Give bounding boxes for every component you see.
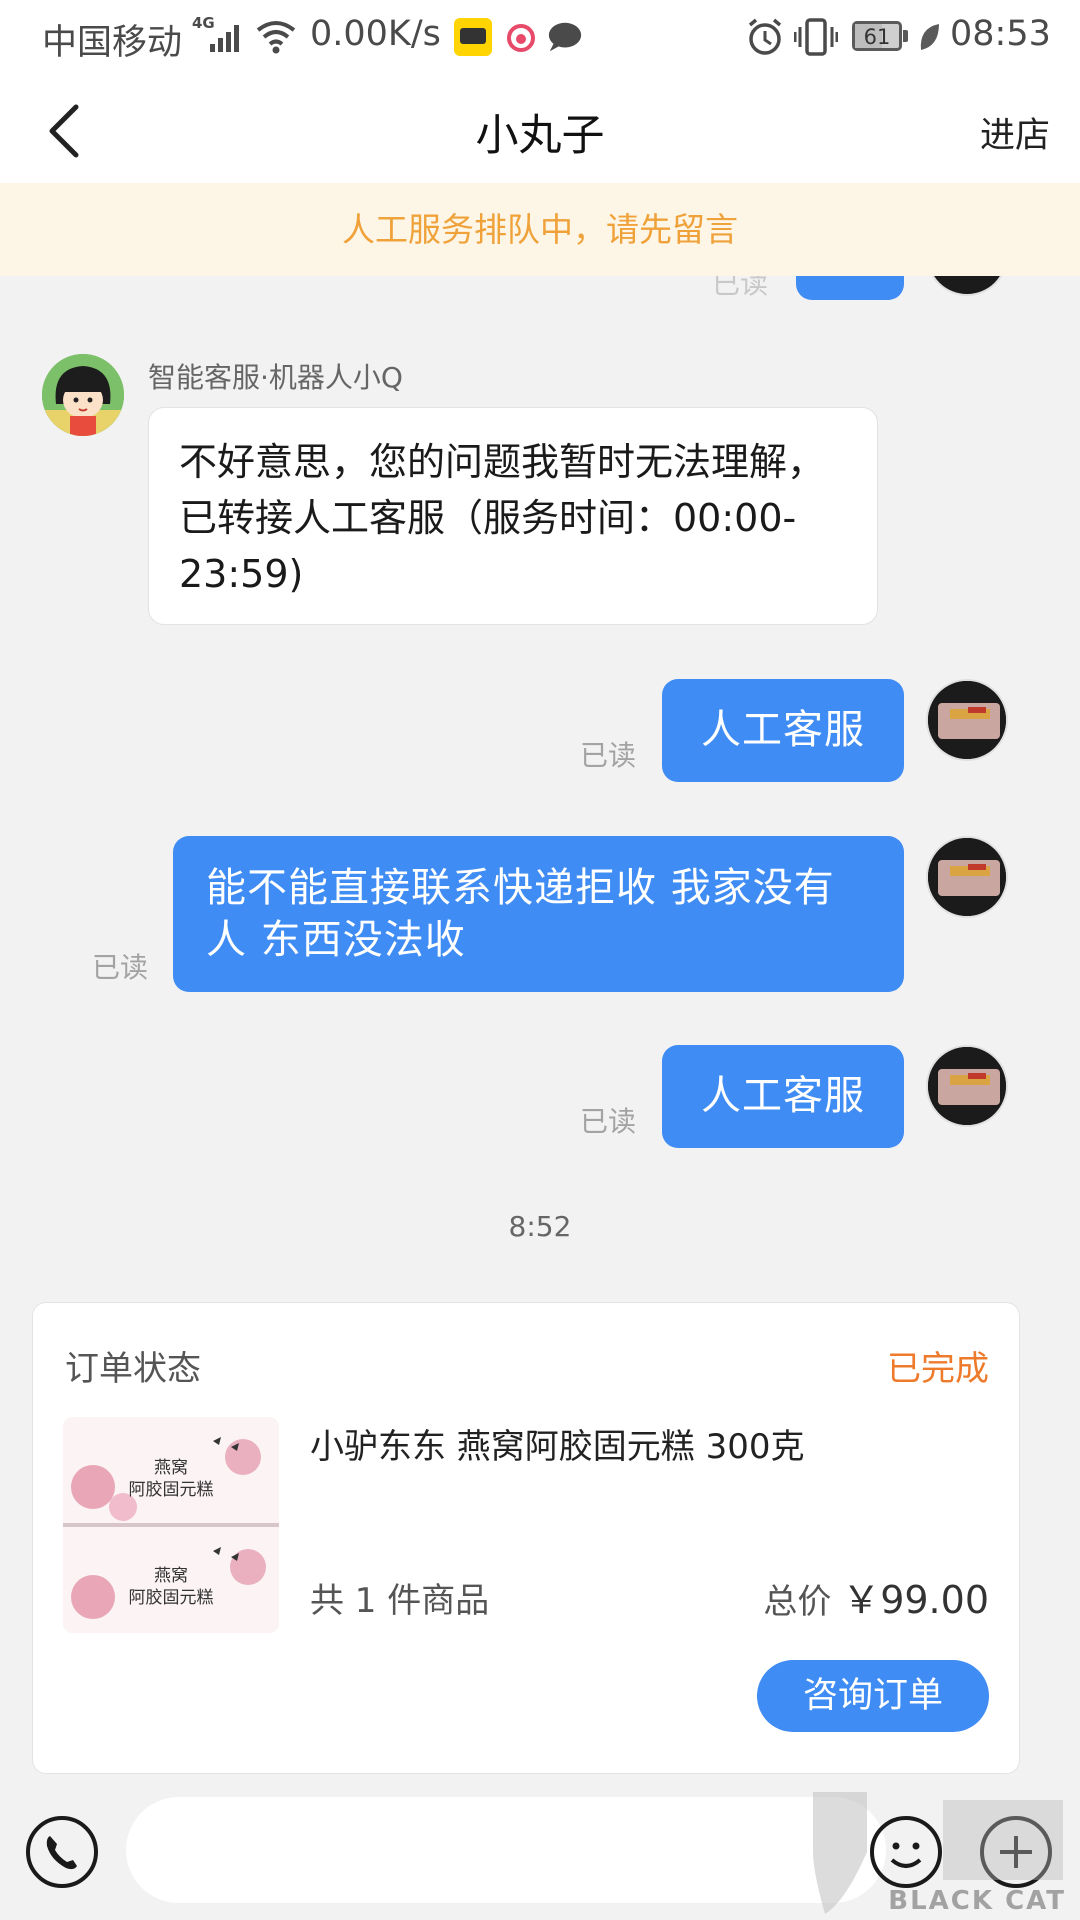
read-status: 已读: [580, 1105, 637, 1138]
xianyu-icon: [454, 18, 492, 56]
message-text: 人工客服: [701, 1073, 865, 1119]
message-icon: [548, 22, 582, 52]
product-box-label: 燕窝 阿胶固元糕: [128, 1458, 214, 1500]
bot-message-text: 不好意思，您的问题我暂时无法理解，已转接人工客服（服务时间：00:00-23:5…: [179, 440, 826, 596]
emoji-button[interactable]: [868, 1814, 944, 1890]
message-text: 人工客服: [701, 707, 865, 753]
order-status: 已完成: [887, 1349, 989, 1389]
bot-sender-name: 智能客服·机器人小Q: [148, 361, 403, 394]
user-photo-avatar-icon: [928, 838, 1006, 916]
consult-order-button[interactable]: 咨询订单: [757, 1660, 989, 1732]
message-bubble-partial[interactable]: [796, 276, 904, 300]
wifi-icon: [256, 21, 296, 54]
battery-tip: [903, 30, 908, 42]
product-name[interactable]: 小驴东东 燕窝阿胶固元糕 300克: [310, 1419, 805, 1468]
item-count: 共 1 件商品: [310, 1581, 490, 1621]
bot-message-bubble[interactable]: 不好意思，您的问题我暂时无法理解，已转接人工客服（服务时间：00:00-23:5…: [148, 407, 878, 625]
message-bubble[interactable]: 人工客服: [662, 1045, 904, 1148]
network-speed: 0.00K/s: [310, 14, 441, 54]
emoji-icon: [870, 1816, 942, 1888]
user-photo-avatar-icon: [928, 681, 1006, 759]
message-bubble[interactable]: 人工客服: [662, 679, 904, 782]
page-title: 小丸子: [475, 111, 605, 161]
battery-level: 61: [863, 25, 891, 49]
battery-icon: 61: [852, 21, 902, 51]
nav-bar: 小丸子 进店: [0, 75, 1080, 183]
user-photo-avatar-icon: [928, 1047, 1006, 1125]
user-avatar[interactable]: [926, 276, 1008, 296]
chat-area[interactable]: 已读 智能客服·机器人小Q 不好意思，您的问题我暂时无法理解，已转接人工客服（服…: [0, 276, 1080, 1783]
enter-shop-button[interactable]: 进店: [980, 107, 1050, 158]
voice-call-button[interactable]: [24, 1814, 100, 1890]
order-total: 总价 ￥99.00: [763, 1569, 989, 1624]
phone-icon: [26, 1816, 98, 1888]
message-text: 能不能直接联系快递拒收 我家没有人 东西没法收: [206, 865, 835, 963]
weibo-icon: [507, 24, 535, 52]
clock: 08:53: [950, 14, 1051, 54]
order-card[interactable]: 订单状态 已完成 燕窝 阿胶固元糕 燕窝 阿胶固元糕 小驴东东 燕窝阿胶固元糕 …: [32, 1302, 1020, 1774]
leaf-icon: [920, 24, 939, 50]
more-button[interactable]: [978, 1814, 1054, 1890]
read-status: 已读: [580, 739, 637, 772]
read-status: 已读: [92, 951, 149, 984]
vibrate-icon: [794, 18, 838, 56]
plus-icon: [980, 1816, 1052, 1888]
message-timestamp: 8:52: [508, 1210, 572, 1243]
alarm-icon: [748, 18, 782, 55]
status-bar: 中国移动 4G 0.00K/s 61 08:53: [0, 0, 1080, 75]
product-box-label: 燕窝 阿胶固元糕: [128, 1566, 214, 1608]
user-avatar[interactable]: [926, 1045, 1008, 1127]
input-bar: [0, 1783, 1080, 1920]
read-status: 已读: [712, 276, 769, 300]
user-avatar[interactable]: [926, 836, 1008, 918]
message-input[interactable]: [126, 1797, 886, 1903]
total-price: ￥99.00: [842, 1578, 989, 1622]
queue-notice: 人工服务排队中，请先留言: [0, 183, 1080, 276]
order-card-title: 订单状态: [65, 1349, 201, 1389]
signal-icon: [210, 22, 246, 52]
carrier-name: 中国移动: [42, 23, 183, 63]
product-thumbnail[interactable]: 燕窝 阿胶固元糕 燕窝 阿胶固元糕: [63, 1417, 279, 1633]
total-label: 总价: [763, 1582, 832, 1622]
chibi-maruko-avatar-icon: [42, 354, 124, 436]
user-avatar[interactable]: [926, 679, 1008, 761]
message-bubble[interactable]: 能不能直接联系快递拒收 我家没有人 东西没法收: [173, 836, 904, 992]
bot-avatar[interactable]: [42, 354, 124, 436]
